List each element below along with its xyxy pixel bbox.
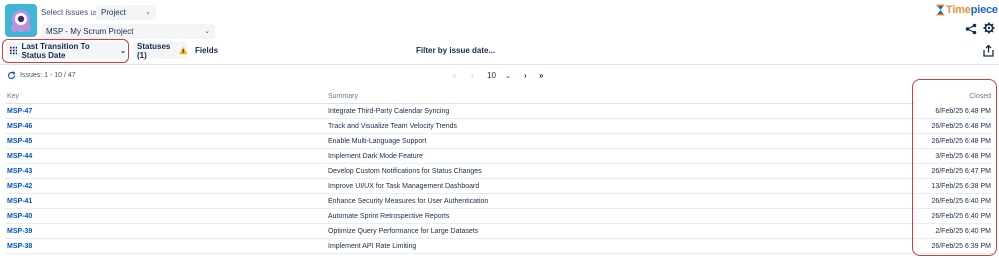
warning-icon (178, 46, 187, 55)
select-type-dropdown[interactable]: Project ⌄ (96, 5, 156, 20)
issue-key-link[interactable]: MSP-44 (7, 153, 32, 160)
issue-summary: Integrate Third-Party Calendar Syncing (328, 108, 450, 115)
chevron-down-icon: ⌄ (204, 28, 210, 35)
brand-logo: Time piece (936, 3, 998, 17)
issue-key-link[interactable]: MSP-41 (7, 198, 32, 205)
table-row: MSP-41 Enhance Security Measures for Use… (5, 194, 915, 209)
table-row: MSP-45 Enable Multi-Language Support (5, 134, 915, 149)
hourglass-icon (936, 4, 945, 16)
next-page-button[interactable]: › (524, 71, 527, 80)
filter-by-date[interactable]: Filter by issue date... (416, 46, 495, 55)
issue-summary: Track and Visualize Team Velocity Trends (328, 123, 458, 130)
issue-summary: Optimize Query Performance for Large Dat… (328, 228, 479, 235)
fields-label: Fields (195, 46, 219, 55)
gear-icon[interactable] (983, 22, 995, 34)
table-row: MSP-46 Track and Visualize Team Velocity… (5, 119, 915, 134)
table-row: MSP-40 Automate Sprint Retrospective Rep… (5, 209, 915, 224)
issue-key-link[interactable]: MSP-46 (7, 123, 32, 130)
table-row: MSP-44 Implement Dark Mode Feature (5, 149, 915, 164)
issue-summary: Implement Dark Mode Feature (328, 153, 423, 160)
chevron-down-icon: ⌄ (505, 73, 512, 80)
issue-key-link[interactable]: MSP-40 (7, 213, 32, 220)
share-icon[interactable] (965, 23, 977, 35)
statuses-label: Statuses (1) (137, 41, 171, 60)
grid-icon (10, 46, 18, 55)
issue-summary: Automate Sprint Retrospective Reports (328, 213, 450, 220)
table-row: MSP-38 Implement API Rate Limiting (5, 239, 915, 254)
first-page-button[interactable]: « (452, 71, 456, 80)
table-row: MSP-42 Improve UI/UX for Task Management… (5, 179, 915, 194)
issue-summary: Enhance Security Measures for User Authe… (328, 198, 489, 205)
project-dropdown[interactable]: MSP - My Scrum Project ⌄ (41, 24, 215, 39)
project-dropdown-value: MSP - My Scrum Project (46, 27, 134, 36)
table-row: MSP-47 Integrate Third-Party Calendar Sy… (5, 104, 915, 119)
app-logo (5, 4, 37, 37)
issue-key-link[interactable]: MSP-39 (7, 228, 32, 235)
chevron-down-icon: ⌄ (120, 47, 126, 55)
issue-count: Issues: 1 - 10 / 47 (20, 72, 76, 79)
page-size-value: 10 (487, 71, 496, 80)
report-type-button[interactable]: Last Transition To Status Date ⌄ (6, 41, 126, 60)
brand-name-part2: piece (970, 4, 998, 16)
prev-page-button[interactable]: ‹ (471, 71, 474, 80)
last-page-button[interactable]: » (539, 71, 543, 80)
chevron-down-icon: ⌄ (145, 9, 151, 16)
column-header-summary[interactable]: Summary (328, 93, 358, 100)
table-row: MSP-39 Optimize Query Performance for La… (5, 224, 915, 239)
issue-key-link[interactable]: MSP-38 (7, 243, 32, 250)
issue-summary: Enable Multi-Language Support (328, 138, 427, 145)
issue-summary: Improve UI/UX for Task Management Dashbo… (328, 183, 480, 190)
fields-button[interactable]: Fields (192, 42, 220, 59)
table-row: MSP-43 Develop Custom Notifications for … (5, 164, 915, 179)
refresh-icon[interactable] (7, 71, 16, 80)
page-size-dropdown[interactable]: 10 ⌄ (487, 71, 511, 80)
highlight-box-closed-column (912, 79, 997, 256)
issue-summary: Develop Custom Notifications for Status … (328, 168, 482, 175)
brand-name-part1: Time (946, 4, 971, 16)
select-type-value: Project (101, 8, 126, 17)
column-header-key[interactable]: Key (7, 93, 19, 100)
export-icon[interactable] (983, 45, 994, 57)
report-type-label: Last Transition To Status Date (21, 41, 90, 60)
issue-key-link[interactable]: MSP-43 (7, 168, 32, 175)
statuses-button[interactable]: Statuses (1) (133, 41, 187, 60)
issue-key-link[interactable]: MSP-47 (7, 108, 32, 115)
issue-key-link[interactable]: MSP-45 (7, 138, 32, 145)
issue-summary: Implement API Rate Limiting (328, 243, 417, 250)
issue-key-link[interactable]: MSP-42 (7, 183, 32, 190)
toolbar-divider (0, 64, 999, 65)
